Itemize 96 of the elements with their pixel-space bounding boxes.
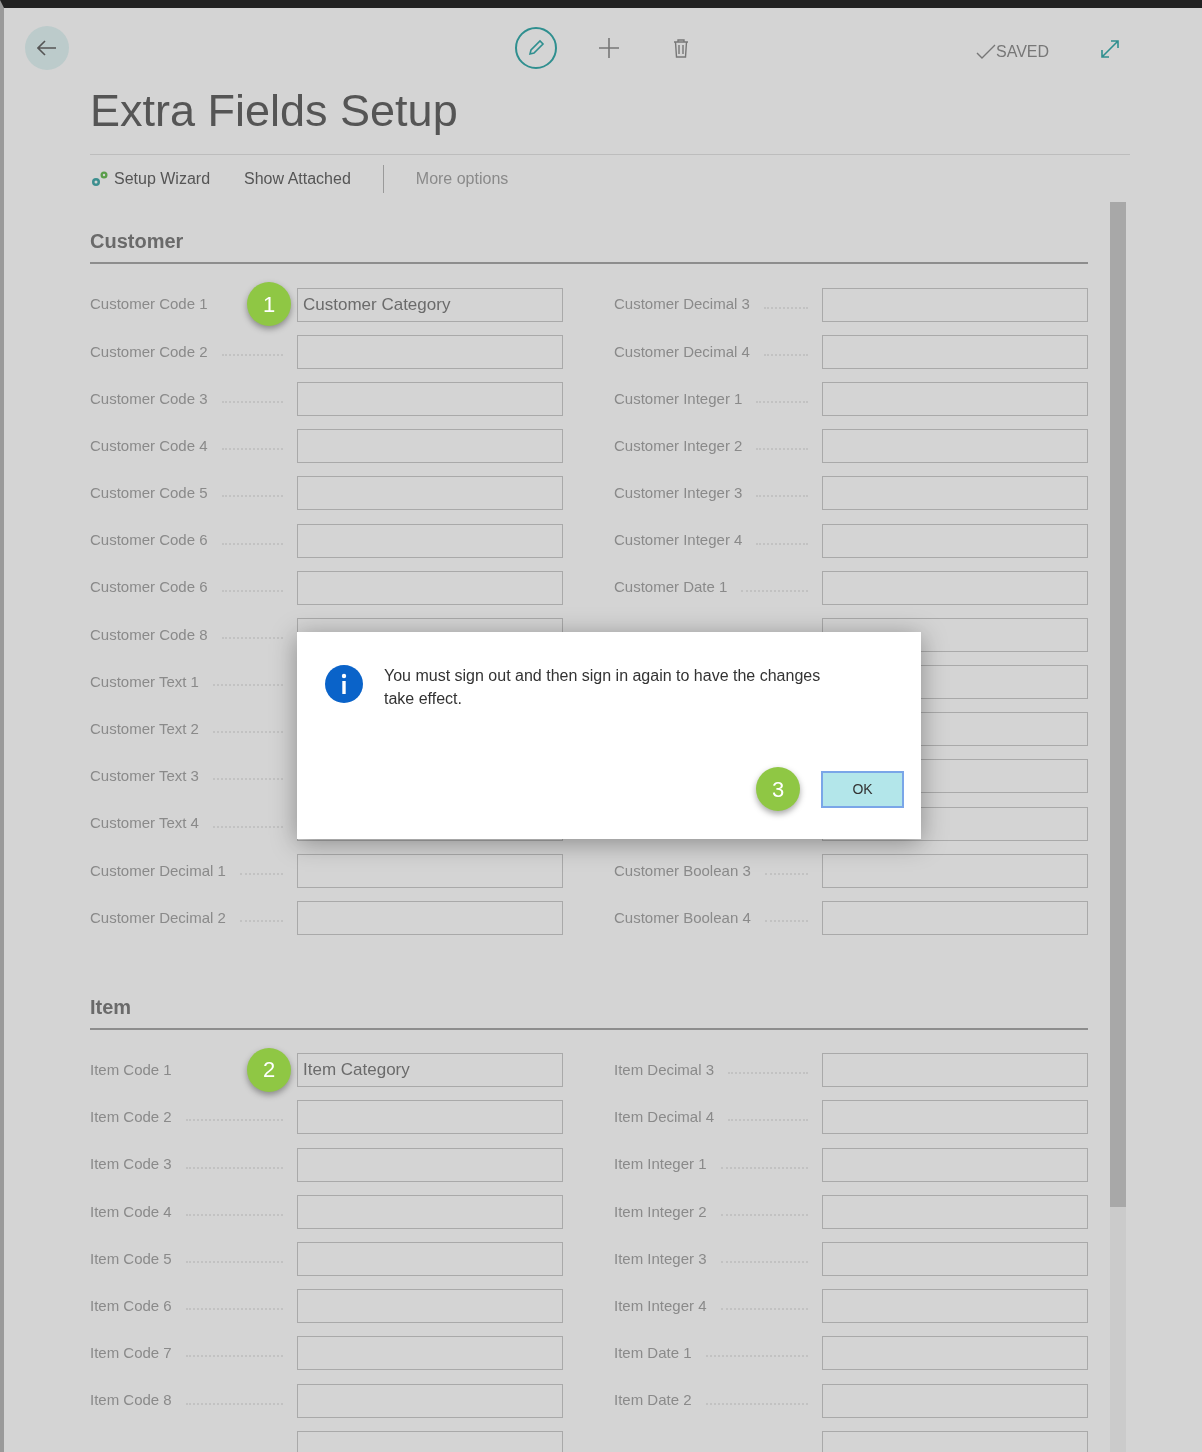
field-label: Customer Decimal 1 [90,860,226,881]
field-label: Customer Text 3 [90,766,199,787]
field-label: Item Integer 4 [614,1295,707,1316]
field-label: Customer Text 1 [90,671,199,692]
input-field[interactable] [297,1147,563,1182]
input-field[interactable] [822,1289,1088,1324]
input-field[interactable] [822,853,1088,888]
input-field[interactable] [297,429,563,464]
input-field[interactable]: Item Category [297,1053,563,1088]
input-field[interactable] [297,1194,563,1229]
section-title[interactable]: Customer [90,226,1088,264]
input-field[interactable] [822,1194,1088,1229]
input-field[interactable] [822,334,1088,369]
field-label: Customer Text 4 [90,813,199,834]
field-label: Item Code 3 [90,1154,172,1175]
field-label: Customer Decimal 2 [90,907,226,928]
input-field[interactable] [297,523,563,558]
input-field[interactable] [297,901,563,936]
field-label: Item Code 2 [90,1107,172,1128]
back-button[interactable] [25,26,69,70]
field-label: Customer Date 1 [614,577,728,598]
input-field[interactable] [822,523,1088,558]
section-title[interactable]: Item [90,991,1088,1030]
input-field[interactable] [822,429,1088,464]
action-button[interactable]: Show Attached [244,166,351,191]
input-field[interactable] [297,381,563,416]
field-label: Item Code 5 [90,1248,172,1269]
field-label: Customer Code 8 [90,624,208,645]
field-label: Item Integer 2 [614,1201,707,1222]
field-label: Item Integer 3 [614,1248,707,1269]
action-button[interactable]: Setup Wizard [90,166,211,191]
input-field[interactable] [822,381,1088,416]
input-field[interactable] [297,1383,563,1418]
field-label: Customer Boolean 4 [614,907,751,928]
input-field[interactable] [822,901,1088,936]
trash-icon[interactable] [672,38,690,58]
field-label: Item Integer 1 [614,1154,707,1175]
callout-badge: 1 [247,282,291,326]
expand-icon[interactable] [1099,38,1121,60]
input-field[interactable] [822,287,1088,322]
field-label: Customer Code 6 [90,530,208,551]
field-label: Item Decimal 4 [614,1107,715,1128]
input-field[interactable]: Customer Category [297,287,563,322]
field-label: Customer Decimal 3 [614,294,750,315]
field-label: Item Code 6 [90,1295,172,1316]
field-label: Customer Integer 2 [614,435,743,456]
input-field[interactable] [297,570,563,605]
field-label: Item Code 7 [90,1343,172,1364]
pencil-icon [526,38,546,58]
input-field[interactable] [297,334,563,369]
callout-badge: 2 [247,1047,291,1092]
field-label: Item Date 2 [614,1390,692,1411]
field-label: Item Code 4 [90,1201,172,1222]
field-label: Customer Code 6 [90,577,208,598]
field-label: Customer Code 4 [90,435,208,456]
gears-icon [90,169,110,188]
input-field[interactable] [822,1147,1088,1182]
input-field[interactable] [297,853,563,888]
field-label: Customer Code 3 [90,388,208,409]
plus-icon[interactable] [598,37,620,59]
input-field[interactable] [297,476,563,511]
input-field[interactable] [822,1383,1088,1418]
field-label: Customer Code 1 [90,294,208,315]
info-icon [325,665,363,703]
input-field[interactable] [822,1336,1088,1371]
input-field[interactable] [297,1100,563,1135]
input-field[interactable] [297,1289,563,1324]
field-label: Customer Text 2 [90,719,199,740]
page-title: Extra Fields Setup [90,88,459,138]
input-field[interactable] [822,1100,1088,1135]
field-label: Customer Decimal 4 [614,341,750,362]
input-field[interactable] [822,476,1088,511]
callout-badge: 3 [756,767,800,811]
field-label: Item Code 1 [90,1059,172,1080]
field-label: Customer Integer 4 [614,530,743,551]
back-arrow-icon [37,40,57,56]
input-field[interactable] [822,1053,1088,1088]
input-field[interactable] [297,1241,563,1276]
ok-button[interactable]: OK [821,771,904,808]
field-label: Item Date 1 [614,1343,692,1364]
action-button[interactable]: More options [415,166,509,191]
field-label: Customer Integer 1 [614,388,743,409]
field-label: Customer Code 2 [90,341,208,362]
input-field[interactable] [822,570,1088,605]
checkmark-icon [976,44,996,60]
field-label: Customer Boolean 3 [614,860,751,881]
field-label: Item Decimal 3 [614,1059,715,1080]
dialog-message: You must sign out and then sign in again to have the changes take effect. [384,666,822,709]
edit-button[interactable] [515,27,557,69]
field-label: Customer Code 5 [90,483,208,504]
save-status: SAVED [996,42,1050,62]
input-field[interactable] [297,1336,563,1371]
scrollbar-thumb[interactable] [1110,202,1126,1207]
input-field[interactable] [822,1241,1088,1276]
field-label: Customer Integer 3 [614,483,743,504]
field-label: Item Code 8 [90,1390,172,1411]
